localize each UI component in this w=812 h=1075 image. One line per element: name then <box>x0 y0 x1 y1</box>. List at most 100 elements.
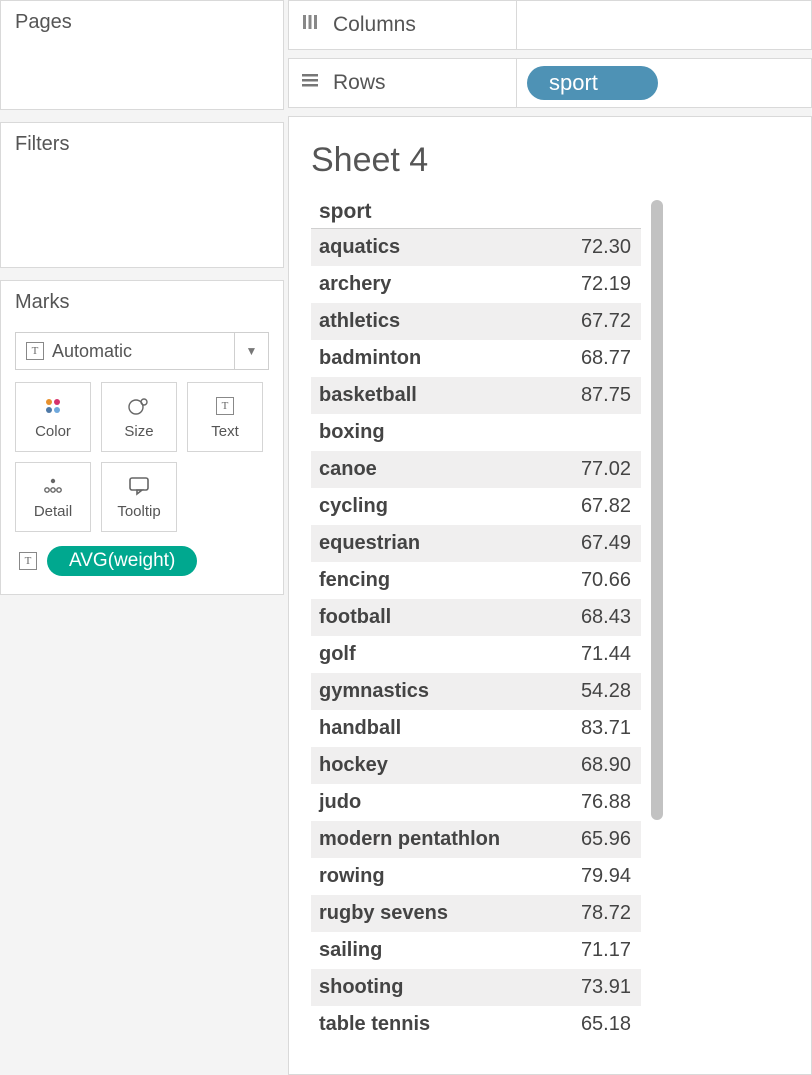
table-row[interactable]: archery72.19 <box>311 266 641 303</box>
table-row[interactable]: judo76.88 <box>311 784 641 821</box>
row-value: 79.94 <box>561 865 641 888</box>
rows-shelf-dropzone[interactable]: sport <box>517 59 811 107</box>
table-row[interactable]: gymnastics54.28 <box>311 673 641 710</box>
row-label: boxing <box>311 421 561 444</box>
filters-title: Filters <box>1 123 283 166</box>
row-label: fencing <box>311 569 561 592</box>
marks-tooltip-card[interactable]: Tooltip <box>101 462 177 532</box>
columns-shelf[interactable]: Columns <box>288 0 812 50</box>
columns-shelf-dropzone[interactable] <box>517 1 811 49</box>
row-value: 67.72 <box>561 310 641 333</box>
row-value: 78.72 <box>561 902 641 925</box>
row-label: modern pentathlon <box>311 828 561 851</box>
row-value: 67.49 <box>561 532 641 555</box>
table-row[interactable]: badminton68.77 <box>311 340 641 377</box>
row-label: athletics <box>311 310 561 333</box>
rows-shelf-label: Rows <box>333 71 386 95</box>
text-icon: T <box>216 395 234 417</box>
rows-shelf-label-cell: Rows <box>289 59 517 107</box>
row-value: 87.75 <box>561 384 641 407</box>
row-value: 67.82 <box>561 495 641 518</box>
table-row[interactable]: fencing70.66 <box>311 562 641 599</box>
row-label: sailing <box>311 939 561 962</box>
size-icon <box>127 395 151 417</box>
table-row[interactable]: cycling67.82 <box>311 488 641 525</box>
row-label: aquatics <box>311 236 561 259</box>
row-label: gymnastics <box>311 680 561 703</box>
marks-title: Marks <box>1 281 283 324</box>
row-value: 65.18 <box>561 1013 641 1036</box>
table-row[interactable]: rugby sevens78.72 <box>311 895 641 932</box>
rows-icon <box>301 71 319 95</box>
vertical-scrollbar[interactable] <box>651 200 663 1074</box>
row-label: table tennis <box>311 1013 561 1036</box>
row-label: archery <box>311 273 561 296</box>
marks-text-label: Text <box>211 423 239 440</box>
row-label: rowing <box>311 865 561 888</box>
table-row[interactable]: canoe77.02 <box>311 451 641 488</box>
row-value: 68.43 <box>561 606 641 629</box>
sheet-title[interactable]: Sheet 4 <box>311 141 801 180</box>
viz-canvas: Sheet 4 sport aquatics72.30archery72.19a… <box>288 116 812 1075</box>
measure-pill-avg-weight[interactable]: AVG(weight) <box>47 546 197 576</box>
table-row[interactable]: basketball87.75 <box>311 377 641 414</box>
marks-detail-card[interactable]: Detail <box>15 462 91 532</box>
row-value: 72.30 <box>561 236 641 259</box>
mark-type-dropdown[interactable]: T Automatic ▼ <box>15 332 269 370</box>
row-value: 71.44 <box>561 643 641 666</box>
marks-size-label: Size <box>124 423 153 440</box>
table-row[interactable]: athletics67.72 <box>311 303 641 340</box>
row-label: golf <box>311 643 561 666</box>
marks-tooltip-label: Tooltip <box>117 503 160 520</box>
row-value: 76.88 <box>561 791 641 814</box>
rows-shelf[interactable]: Rows sport <box>288 58 812 108</box>
row-label: judo <box>311 791 561 814</box>
table-row[interactable]: boxing <box>311 414 641 451</box>
marks-text-encoding-row: T AVG(weight) <box>1 532 283 576</box>
table-row[interactable]: shooting73.91 <box>311 969 641 1006</box>
chevron-down-icon[interactable]: ▼ <box>234 333 268 369</box>
dimension-pill-sport[interactable]: sport <box>527 66 658 100</box>
row-value: 72.19 <box>561 273 641 296</box>
row-value: 73.91 <box>561 976 641 999</box>
table-row[interactable]: rowing79.94 <box>311 858 641 895</box>
row-label: hockey <box>311 754 561 777</box>
row-label: equestrian <box>311 532 561 555</box>
table-row[interactable]: sailing71.17 <box>311 932 641 969</box>
pages-title: Pages <box>1 1 283 44</box>
table-row[interactable]: football68.43 <box>311 599 641 636</box>
mark-type-label: Automatic <box>52 341 132 362</box>
marks-detail-label: Detail <box>34 503 72 520</box>
text-mark-icon: T <box>19 552 37 570</box>
table-row[interactable]: hockey68.90 <box>311 747 641 784</box>
table-row[interactable]: modern pentathlon65.96 <box>311 821 641 858</box>
row-label: handball <box>311 717 561 740</box>
table-column-header[interactable]: sport <box>311 200 641 229</box>
row-label: canoe <box>311 458 561 481</box>
text-mark-icon: T <box>26 342 44 360</box>
filters-shelf[interactable]: Filters <box>0 122 284 268</box>
table-row[interactable]: equestrian67.49 <box>311 525 641 562</box>
marks-size-card[interactable]: Size <box>101 382 177 452</box>
row-label: football <box>311 606 561 629</box>
row-value: 83.71 <box>561 717 641 740</box>
columns-shelf-label: Columns <box>333 13 416 37</box>
table-row[interactable]: handball83.71 <box>311 710 641 747</box>
worksheet-area: Columns Rows sport Sheet 4 sport aquatic… <box>288 0 812 1075</box>
marks-text-card[interactable]: T Text <box>187 382 263 452</box>
row-label: badminton <box>311 347 561 370</box>
row-label: rugby sevens <box>311 902 561 925</box>
pages-shelf[interactable]: Pages <box>0 0 284 110</box>
table-row[interactable]: table tennis65.18 <box>311 1006 641 1043</box>
mark-type-selected: T Automatic <box>16 341 234 362</box>
table-row[interactable]: golf71.44 <box>311 636 641 673</box>
row-label: cycling <box>311 495 561 518</box>
row-value: 70.66 <box>561 569 641 592</box>
scrollbar-thumb[interactable] <box>651 200 663 820</box>
text-table-wrap: sport aquatics72.30archery72.19athletics… <box>311 200 801 1074</box>
tooltip-icon <box>128 475 150 497</box>
app-root: Pages Filters Marks T Automatic ▼ <box>0 0 812 1075</box>
marks-color-card[interactable]: Color <box>15 382 91 452</box>
table-row[interactable]: aquatics72.30 <box>311 229 641 266</box>
text-table: sport aquatics72.30archery72.19athletics… <box>311 200 641 1074</box>
